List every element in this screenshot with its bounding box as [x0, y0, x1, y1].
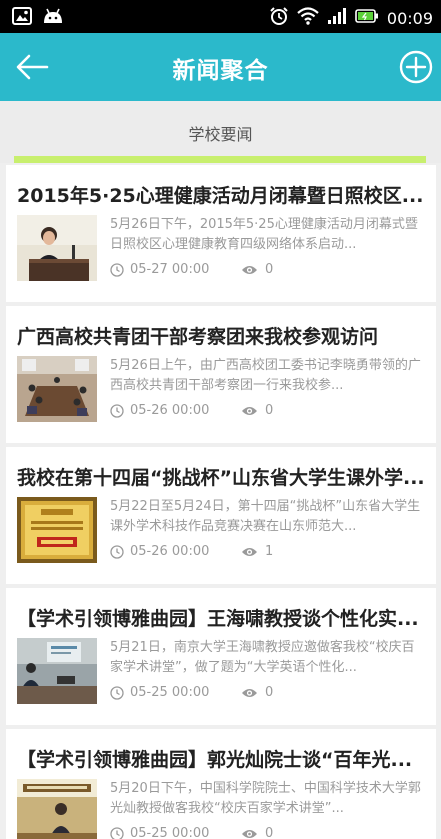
news-date: 05-26 00:00: [130, 544, 210, 559]
news-item[interactable]: 广西高校共青团干部考察团来我校参观访问 5月26日上午，由广西高校团工委书记李晓…: [6, 306, 436, 443]
news-item[interactable]: 2015年5·25心理健康活动月闭幕暨日照校区... 5月26日下午，2015年…: [6, 165, 436, 302]
clock-icon: [110, 686, 124, 700]
news-date: 05-25 00:00: [130, 826, 210, 839]
news-meta: 05-27 00:00 0: [110, 261, 422, 279]
news-date: 05-25 00:00: [130, 685, 210, 700]
eye-icon: [242, 407, 257, 415]
status-time: 00:09: [386, 8, 433, 28]
news-view-count: 0: [265, 826, 274, 839]
app-bar: 新闻聚合: [0, 33, 441, 101]
tab-school-news[interactable]: 学校要闻: [0, 121, 441, 145]
news-title[interactable]: 广西高校共青团干部考察团来我校参观访问: [17, 322, 427, 349]
lecture-banner-image: [17, 779, 97, 839]
page-title: 新闻聚合: [172, 58, 269, 84]
category-tab-strip: 学校要闻: [0, 101, 441, 163]
eye-icon: [242, 548, 257, 556]
news-meta: 05-25 00:00 0: [110, 825, 422, 839]
news-title[interactable]: 我校在第十四届“挑战杯”山东省大学生课外学...: [17, 463, 427, 490]
news-view-count: 1: [265, 544, 274, 559]
clock-icon: [110, 263, 124, 277]
news-summary: 5月21日，南京大学王海啸教授应邀做客我校“校庆百家学术讲堂”，做了题为“大学英…: [110, 640, 415, 675]
status-right-icons: 00:09: [269, 6, 433, 30]
news-view-count: 0: [265, 403, 274, 418]
news-date: 05-26 00:00: [130, 403, 210, 418]
award-certificate-image: [17, 497, 97, 563]
news-summary: 5月26日下午，2015年5·25心理健康活动月闭幕式暨日照校区心理健康教育四级…: [110, 217, 418, 252]
news-item[interactable]: 【学术引领博雅曲园】郭光灿院士谈“百年光... 5月20日下午，中国科学院院士、…: [6, 729, 436, 839]
news-item[interactable]: 我校在第十四届“挑战杯”山东省大学生课外学... 5月22日至5月24日，第十四…: [6, 447, 436, 584]
eye-icon: [242, 266, 257, 274]
android-icon: [42, 7, 64, 29]
news-title[interactable]: 【学术引领博雅曲园】郭光灿院士谈“百年光...: [17, 745, 427, 772]
news-summary: 5月22日至5月24日，第十四届“挑战杯”山东省大学生课外学术科技作品竞赛决赛在…: [110, 499, 421, 534]
clock-icon: [110, 545, 124, 559]
image-notification-icon: [12, 7, 32, 29]
news-thumbnail[interactable]: [17, 215, 97, 281]
status-bar: 00:09: [0, 0, 441, 33]
lecture-hall-image: [17, 638, 97, 704]
news-meta: 05-26 00:00 1: [110, 543, 422, 561]
news-meta: 05-25 00:00 0: [110, 684, 422, 702]
news-title[interactable]: 【学术引领博雅曲园】王海啸教授谈个性化实...: [17, 604, 427, 631]
add-button[interactable]: [399, 50, 433, 84]
woman-at-podium-image: [17, 215, 97, 281]
alarm-icon: [269, 6, 289, 30]
plus-circle-icon: [399, 50, 433, 84]
clock-icon: [110, 404, 124, 418]
eye-icon: [242, 830, 257, 838]
meeting-room-image: [17, 356, 97, 422]
eye-icon: [242, 689, 257, 697]
tab-indicator: [14, 156, 426, 163]
wifi-icon: [297, 7, 319, 29]
battery-icon: [355, 8, 379, 28]
news-thumbnail[interactable]: [17, 638, 97, 704]
news-summary: 5月26日上午，由广西高校团工委书记李晓勇带领的广西高校共青团干部考察团一行来我…: [110, 358, 421, 393]
news-title[interactable]: 2015年5·25心理健康活动月闭幕暨日照校区...: [17, 181, 427, 208]
news-list[interactable]: 2015年5·25心理健康活动月闭幕暨日照校区... 5月26日下午，2015年…: [6, 165, 436, 839]
news-view-count: 0: [265, 685, 274, 700]
clock-icon: [110, 827, 124, 839]
news-thumbnail[interactable]: [17, 497, 97, 563]
news-date: 05-27 00:00: [130, 262, 210, 277]
signal-icon: [327, 7, 347, 29]
news-thumbnail[interactable]: [17, 779, 97, 839]
news-meta: 05-26 00:00 0: [110, 402, 422, 420]
news-item[interactable]: 【学术引领博雅曲园】王海啸教授谈个性化实... 5月21日，南京大学王海啸教授应…: [6, 588, 436, 725]
news-thumbnail[interactable]: [17, 356, 97, 422]
status-left-icons: [12, 7, 64, 29]
news-view-count: 0: [265, 262, 274, 277]
news-summary: 5月20日下午，中国科学院院士、中国科学技术大学郭光灿教授做客我校“校庆百家学术…: [110, 781, 421, 816]
